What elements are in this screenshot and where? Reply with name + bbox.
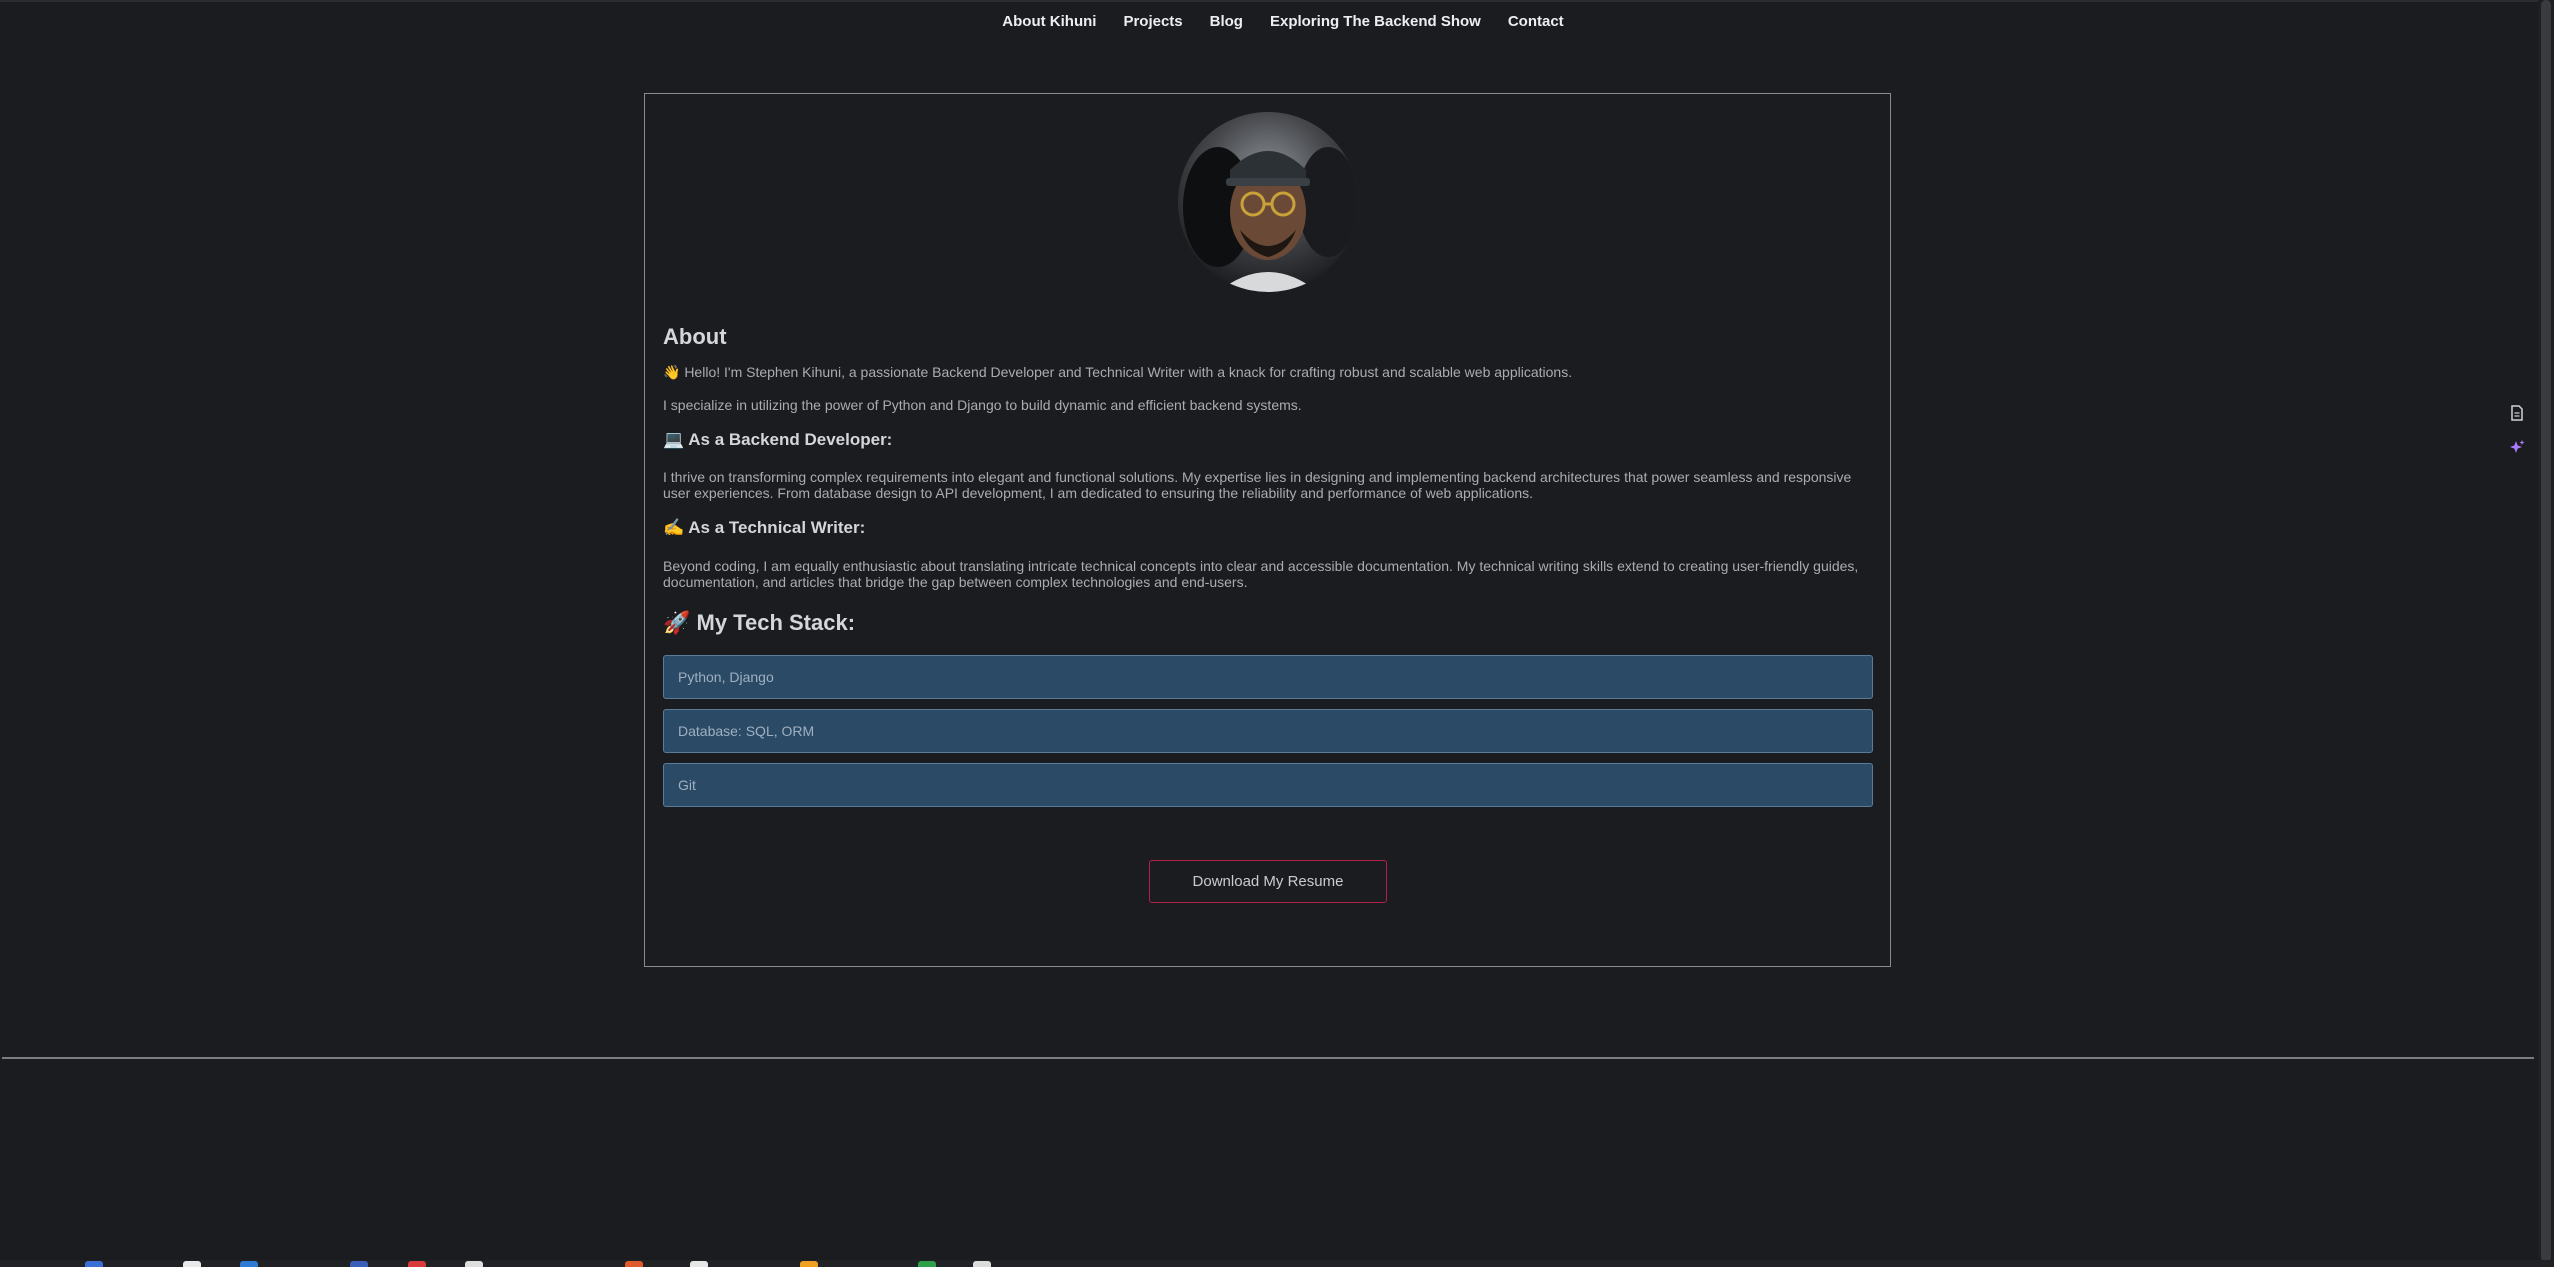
tech-stack-item: Git xyxy=(663,763,1873,807)
about-card: About 👋 Hello! I'm Stephen Kihuni, a pas… xyxy=(644,93,1891,967)
profile-photo xyxy=(1178,112,1358,292)
backend-developer-heading: 💻 As a Backend Developer: xyxy=(663,430,893,449)
tech-stack-label: Python, Django xyxy=(678,669,774,685)
profile-avatar xyxy=(1178,112,1358,292)
taskbar-app-icon[interactable] xyxy=(918,1261,936,1267)
taskbar-app-icon[interactable] xyxy=(85,1261,103,1267)
technical-writer-heading: ✍️ As a Technical Writer: xyxy=(663,518,866,537)
top-navigation: About Kihuni Projects Blog Exploring The… xyxy=(0,0,2554,40)
taskbar-app-icon[interactable] xyxy=(625,1261,643,1267)
taskbar-app-icon[interactable] xyxy=(973,1261,991,1267)
technical-writer-paragraph: Beyond coding, I am equally enthusiastic… xyxy=(663,558,1859,590)
specialize-paragraph: I specialize in utilizing the power of P… xyxy=(663,397,1302,413)
sparkle-icon[interactable] xyxy=(2506,437,2528,459)
intro-paragraph: 👋 Hello! I'm Stephen Kihuni, a passionat… xyxy=(663,364,1573,380)
taskbar-app-icon[interactable] xyxy=(350,1261,368,1267)
download-resume-button[interactable]: Download My Resume xyxy=(1149,860,1387,903)
nav-menu: About Kihuni Projects Blog Exploring The… xyxy=(1002,13,1563,30)
taskbar-app-icon[interactable] xyxy=(240,1261,258,1267)
nav-link-about-kihuni[interactable]: About Kihuni xyxy=(1002,13,1096,30)
nav-link-blog[interactable]: Blog xyxy=(1210,13,1243,30)
taskbar-app-icon[interactable] xyxy=(690,1261,708,1267)
scrollbar-thumb[interactable] xyxy=(2541,0,2551,1262)
browser-side-toolbar xyxy=(2506,402,2530,472)
nav-link-projects[interactable]: Projects xyxy=(1123,13,1182,30)
nav-link-backend-show[interactable]: Exploring The Backend Show xyxy=(1270,13,1481,30)
tech-stack-label: Database: SQL, ORM xyxy=(678,723,815,739)
taskbar-app-icon[interactable] xyxy=(465,1261,483,1267)
nav-link-contact[interactable]: Contact xyxy=(1508,13,1564,30)
taskbar-app-icon[interactable] xyxy=(183,1261,201,1267)
tech-stack-item: Python, Django xyxy=(663,655,1873,699)
document-icon[interactable] xyxy=(2506,402,2528,424)
backend-developer-paragraph: I thrive on transforming complex require… xyxy=(663,469,1852,501)
os-taskbar xyxy=(0,1260,2554,1267)
about-heading: About xyxy=(663,324,727,349)
taskbar-app-icon[interactable] xyxy=(800,1261,818,1267)
page-scrollbar[interactable] xyxy=(2538,0,2554,1267)
taskbar-app-icon[interactable] xyxy=(408,1261,426,1267)
tech-stack-label: Git xyxy=(678,777,696,793)
tech-stack-item: Database: SQL, ORM xyxy=(663,709,1873,753)
footer-divider xyxy=(2,1057,2534,1059)
tech-stack-heading: 🚀 My Tech Stack: xyxy=(663,610,856,635)
